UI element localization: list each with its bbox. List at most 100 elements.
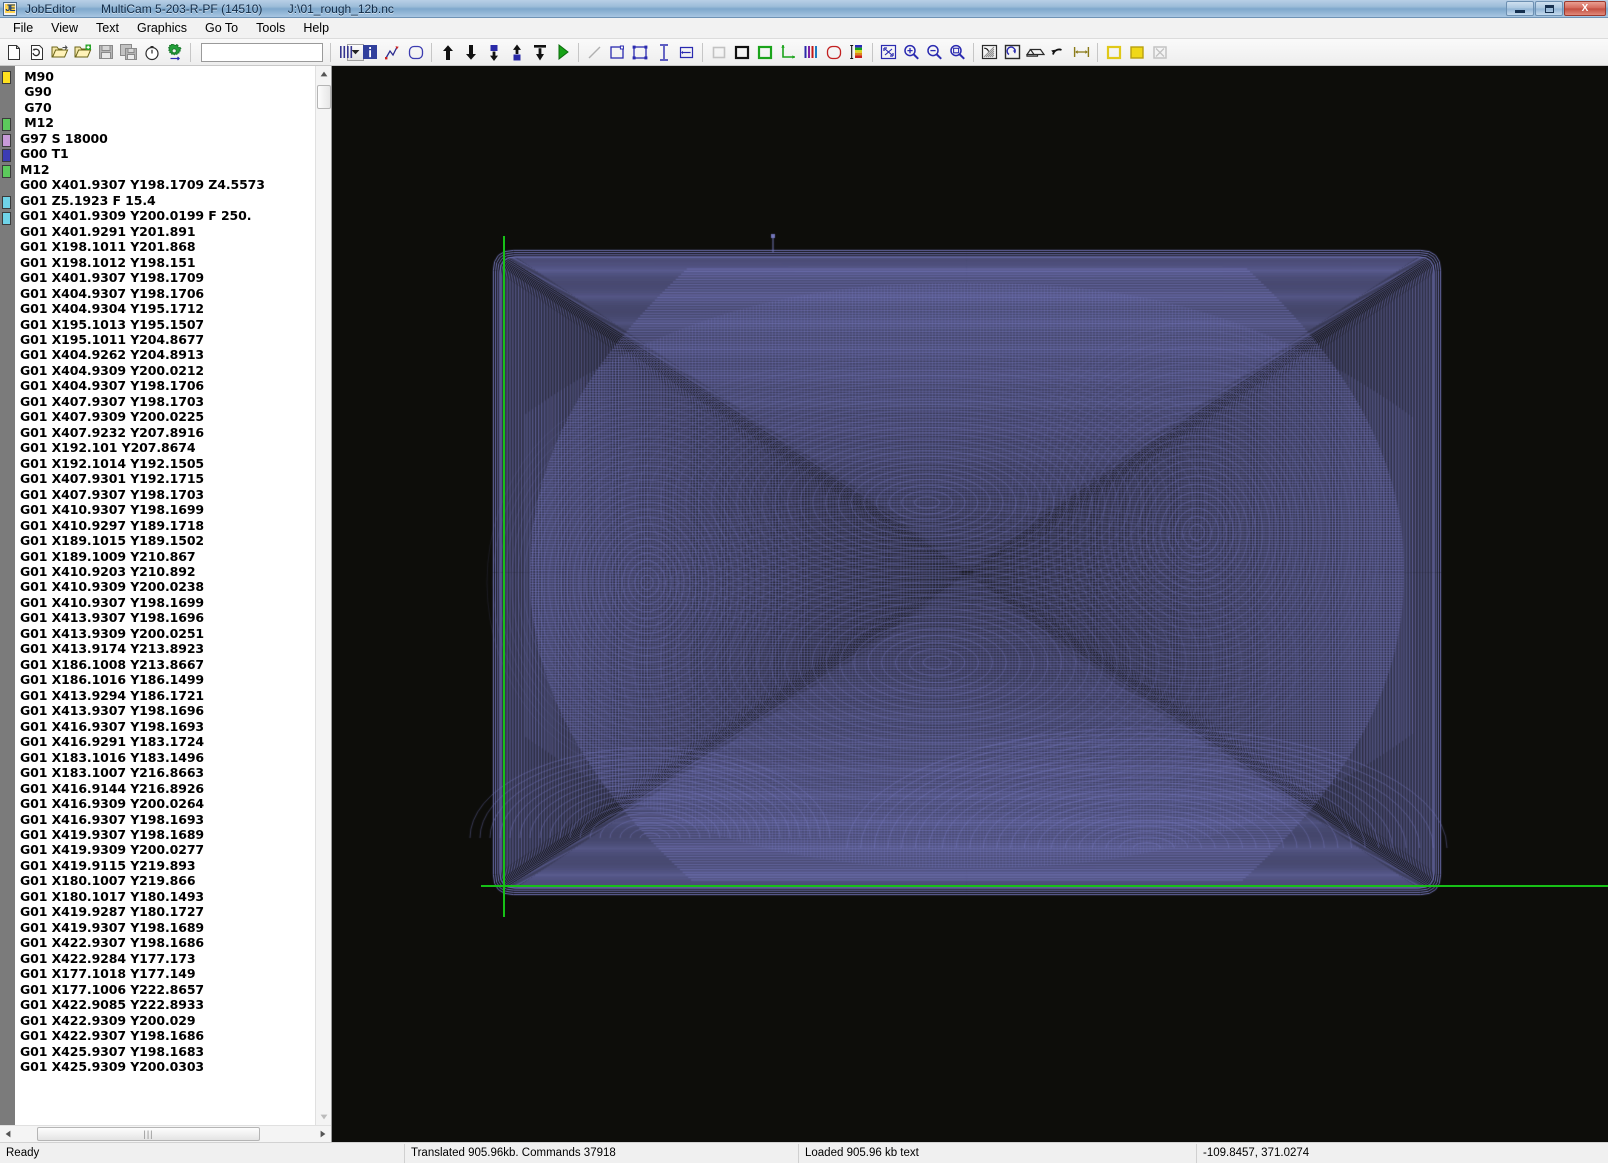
gcode-line[interactable]: G01 X422.9307 Y198.1686 (20, 935, 315, 950)
gcode-line[interactable]: G01 X407.9307 Y198.1703 (20, 487, 315, 502)
gcode-line[interactable]: G01 X416.9307 Y198.1693 (20, 719, 315, 734)
gcode-line[interactable]: G01 X419.9287 Y180.1727 (20, 904, 315, 919)
yellow-outline-rect-icon[interactable] (1102, 41, 1125, 64)
gcode-line[interactable]: G01 X425.9309 Y200.0303 (20, 1059, 315, 1074)
save-as-icon[interactable] (117, 41, 140, 64)
gcode-line[interactable]: G01 X198.1011 Y201.868 (20, 239, 315, 254)
zoom-out-icon[interactable] (923, 41, 946, 64)
maximize-button[interactable] (1535, 1, 1563, 16)
gcode-line[interactable]: G90 (20, 84, 315, 99)
render-shade-icon[interactable] (978, 41, 1001, 64)
gcode-line[interactable]: G01 X407.9301 Y192.1715 (20, 471, 315, 486)
scroll-left-icon[interactable] (0, 1126, 16, 1142)
zoom-window-icon[interactable] (946, 41, 969, 64)
gcode-line[interactable]: G01 X419.9307 Y198.1689 (20, 827, 315, 842)
gcode-line[interactable]: G01 X419.9115 Y219.893 (20, 858, 315, 873)
gcode-line[interactable]: G01 X410.9203 Y210.892 (20, 564, 315, 579)
gcode-line[interactable]: G01 X410.9297 Y189.1718 (20, 518, 315, 533)
rgb-bars-icon[interactable] (799, 41, 822, 64)
menu-item-help[interactable]: Help (294, 19, 338, 37)
editor-vertical-scrollbar[interactable] (315, 66, 331, 1125)
undo-view-icon[interactable] (1047, 41, 1070, 64)
scroll-right-icon[interactable] (315, 1126, 331, 1142)
blank-rect-icon[interactable] (707, 41, 730, 64)
arrow-up-icon[interactable] (436, 41, 459, 64)
menu-item-tools[interactable]: Tools (247, 19, 294, 37)
columns-icon[interactable] (335, 41, 358, 64)
gcode-line[interactable]: G00 X401.9307 Y198.1709 Z4.5573 (20, 177, 315, 192)
editor-horizontal-scrollbar[interactable]: ||| (0, 1125, 331, 1142)
open-folder-icon[interactable] (48, 41, 71, 64)
arrow-to-top-icon[interactable] (528, 41, 551, 64)
gcode-line[interactable]: G01 X401.9309 Y200.0199 F 250. (20, 208, 315, 223)
gcode-line[interactable]: G01 X410.9307 Y198.1699 (20, 502, 315, 517)
depth-legend-icon[interactable] (845, 41, 868, 64)
polyline-icon[interactable] (381, 41, 404, 64)
close-button[interactable]: X (1564, 1, 1606, 16)
open-folder-add-icon[interactable] (71, 41, 94, 64)
arrow-up-stop-icon[interactable] (482, 41, 505, 64)
gcode-line[interactable]: G00 T1 (20, 146, 315, 161)
gcode-line[interactable]: G01 X416.9291 Y183.1724 (20, 734, 315, 749)
gcode-line[interactable]: G01 X180.1007 Y219.866 (20, 873, 315, 888)
gcode-line[interactable]: G01 X198.1012 Y198.151 (20, 255, 315, 270)
goto-line-input[interactable] (202, 43, 347, 61)
scroll-up-icon[interactable] (316, 66, 331, 82)
scroll-down-icon[interactable] (316, 1109, 331, 1125)
gcode-line[interactable]: M90 (20, 69, 315, 84)
gcode-line[interactable]: G70 (20, 100, 315, 115)
gcode-line[interactable]: G01 X416.9309 Y200.0264 (20, 796, 315, 811)
menu-item-view[interactable]: View (42, 19, 87, 37)
gcode-line[interactable]: G01 X407.9232 Y207.8916 (20, 425, 315, 440)
gcode-line[interactable]: G01 X192.1014 Y192.1505 (20, 456, 315, 471)
gcode-line[interactable]: G01 X404.9304 Y195.1712 (20, 301, 315, 316)
gcode-line[interactable]: G01 X404.9307 Y198.1706 (20, 378, 315, 393)
gcode-line[interactable]: G01 X422.9309 Y200.029 (20, 1013, 315, 1028)
gcode-line[interactable]: G01 X404.9262 Y204.8913 (20, 347, 315, 362)
gcode-line[interactable]: G01 X413.9294 Y186.1721 (20, 688, 315, 703)
axes-origin-icon[interactable] (776, 41, 799, 64)
info-icon[interactable] (358, 41, 381, 64)
gcode-line[interactable]: G01 Z5.1923 F 15.4 (20, 193, 315, 208)
toolpath-viewport[interactable] (332, 66, 1608, 1142)
new-file-icon[interactable] (2, 41, 25, 64)
gcode-line[interactable]: G01 X401.9307 Y198.1709 (20, 270, 315, 285)
gcode-line[interactable]: M12 (20, 115, 315, 130)
gcode-line[interactable]: G01 X425.9307 Y198.1683 (20, 1044, 315, 1059)
gcode-line[interactable]: G01 X422.9307 Y198.1686 (20, 1028, 315, 1043)
gcode-line[interactable]: G01 X183.1016 Y183.1496 (20, 750, 315, 765)
gcode-line[interactable]: G01 X177.1018 Y177.149 (20, 966, 315, 981)
zoom-fit-icon[interactable] (877, 41, 900, 64)
gcode-line[interactable]: G01 X410.9307 Y198.1699 (20, 595, 315, 610)
arrow-down-stop-icon[interactable] (505, 41, 528, 64)
line-tool-icon[interactable] (583, 41, 606, 64)
gcode-line[interactable]: G01 X177.1006 Y222.8657 (20, 982, 315, 997)
gcode-line[interactable]: G01 X416.9307 Y198.1693 (20, 812, 315, 827)
arrow-down-icon[interactable] (459, 41, 482, 64)
close-view-icon[interactable] (1148, 41, 1171, 64)
gcode-line[interactable]: G01 X419.9309 Y200.0277 (20, 842, 315, 857)
gcode-line[interactable]: G01 X419.9307 Y198.1689 (20, 920, 315, 935)
gcode-line[interactable]: G01 X410.9309 Y200.0238 (20, 579, 315, 594)
gcode-line[interactable]: G97 S 18000 (20, 131, 315, 146)
measure-icon[interactable] (1070, 41, 1093, 64)
gcode-line[interactable]: G01 X195.1013 Y195.1507 (20, 317, 315, 332)
gcode-line[interactable]: M12 (20, 162, 315, 177)
zoom-in-icon[interactable] (900, 41, 923, 64)
run-play-icon[interactable] (551, 41, 574, 64)
gcode-line[interactable]: G01 X413.9307 Y198.1696 (20, 610, 315, 625)
select-rect-icon[interactable] (606, 41, 629, 64)
rotate-view-icon[interactable] (1001, 41, 1024, 64)
gcode-line[interactable]: G01 X407.9307 Y198.1703 (20, 394, 315, 409)
reload-file-icon[interactable] (25, 41, 48, 64)
toolpath-canvas[interactable] (332, 66, 1607, 1103)
settings-gear-icon[interactable] (163, 41, 186, 64)
iso-view-icon[interactable] (1024, 41, 1047, 64)
menu-item-goto[interactable]: Go To (196, 19, 247, 37)
hscroll-track[interactable]: ||| (16, 1126, 315, 1142)
vertical-extent-icon[interactable] (652, 41, 675, 64)
gcode-line[interactable]: G01 X186.1016 Y186.1499 (20, 672, 315, 687)
gcode-text-area[interactable]: M90 G90 G70 M12 G97 S 18000 G00 T1 M12 G00 X… (0, 66, 331, 1125)
gcode-line[interactable]: G01 X401.9291 Y201.891 (20, 224, 315, 239)
rounded-rect-icon[interactable] (404, 41, 427, 64)
